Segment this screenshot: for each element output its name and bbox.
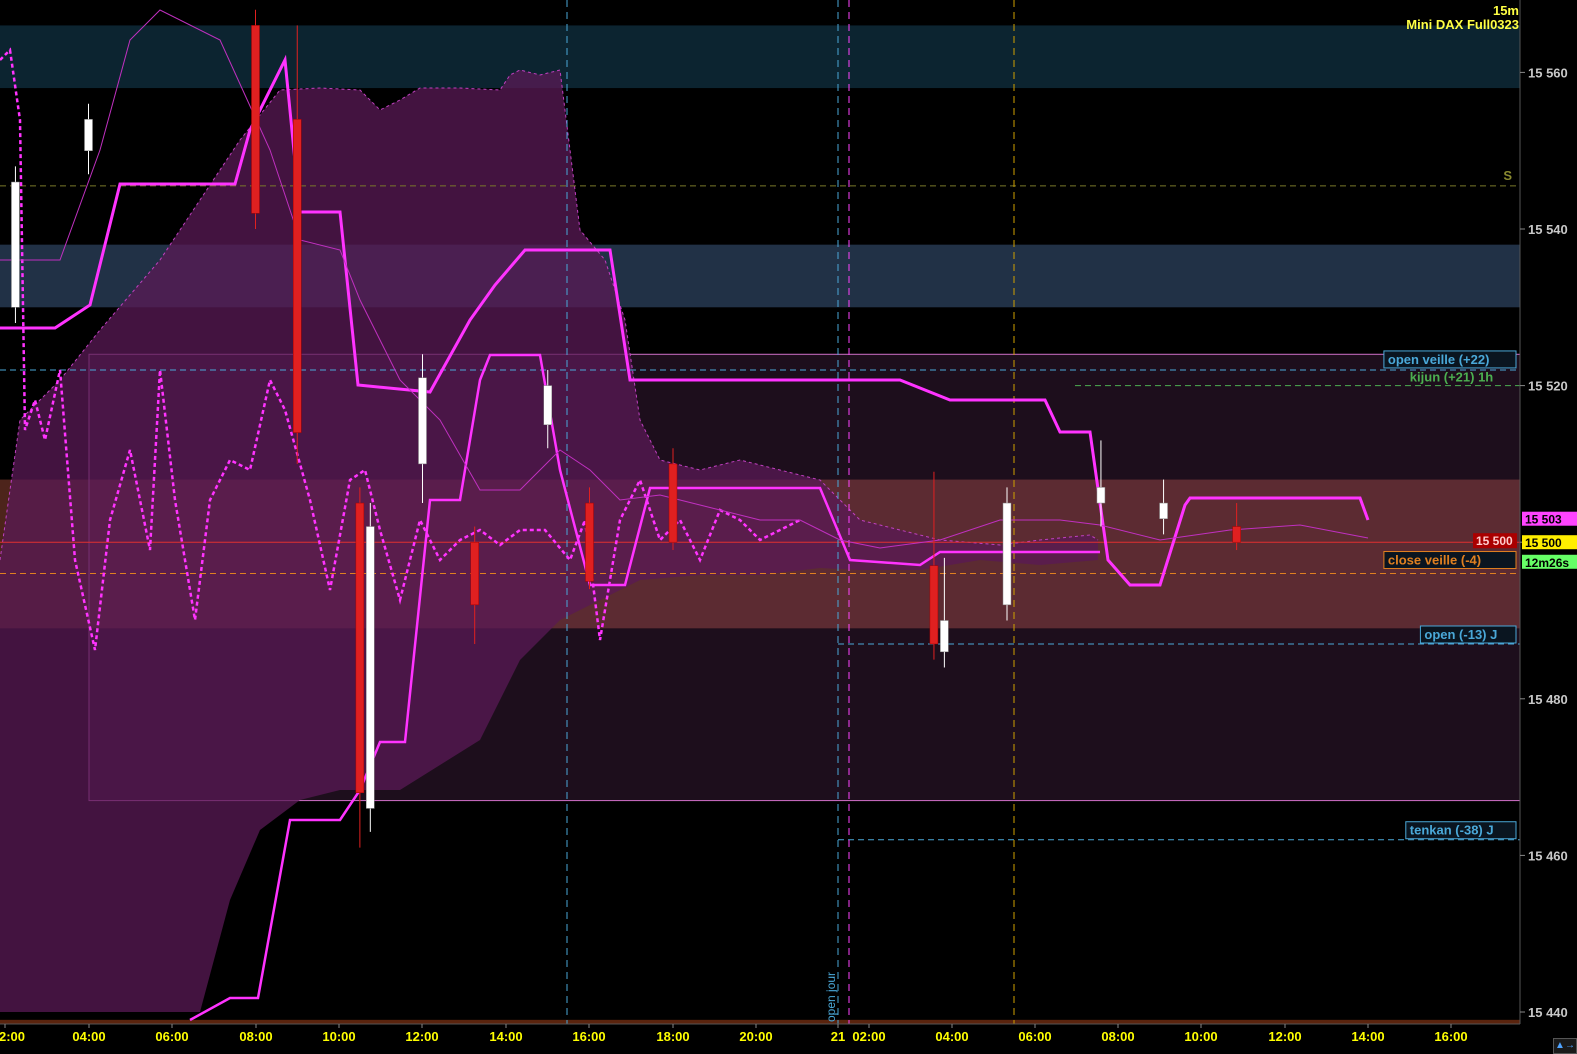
x-tick-label-17: 14:00 (1351, 1029, 1384, 1044)
x-tick-label-13: 06:00 (1018, 1029, 1051, 1044)
candle-body-16 (1232, 526, 1241, 543)
x-tick-label-16: 12:00 (1268, 1029, 1301, 1044)
price-tag-0: 15 503 (1525, 513, 1562, 527)
price-tag-1: 15 500 (1525, 536, 1562, 550)
instrument-info: 15m Mini DAX Full0323 (1406, 4, 1519, 32)
x-tick-label-6: 14:00 (489, 1029, 522, 1044)
level-label-4: open (-13) J (1424, 627, 1497, 642)
level-label-0: S (1503, 168, 1512, 183)
candle-body-3 (293, 119, 302, 433)
x-tick-label-8: 18:00 (656, 1029, 689, 1044)
level-label-3: close veille (-4) (1388, 553, 1481, 568)
y-tick-label-0: 15 560 (1528, 65, 1568, 80)
x-tick-label-1: 04:00 (72, 1029, 105, 1044)
scroll-right-button[interactable]: ▲→ (1553, 1038, 1577, 1054)
timeframe-label: 15m (1492, 3, 1519, 18)
x-tick-label-7: 16:00 (572, 1029, 605, 1044)
candle-body-10 (668, 463, 678, 543)
vertical-marker-label-1: open jour (824, 972, 838, 1022)
x-tick-label-4: 10:00 (322, 1029, 355, 1044)
y-tick-label-5: 15 460 (1528, 848, 1568, 863)
y-tick-label-6: 15 440 (1528, 1005, 1568, 1020)
candle-body-15 (1159, 502, 1168, 519)
candle-body-0 (11, 181, 20, 308)
candle-body-13 (1002, 502, 1012, 606)
candle-body-6 (418, 377, 427, 465)
x-tick-label-10: 21 (831, 1029, 845, 1044)
candle-body-7 (470, 541, 479, 606)
x-tick-label-0: 2:00 (0, 1029, 25, 1044)
x-tick-label-12: 04:00 (935, 1029, 968, 1044)
current-price-text: 15 500 (1476, 534, 1513, 548)
level-label-5: tenkan (-38) J (1410, 823, 1494, 838)
instrument-name: Mini DAX Full0323 (1406, 17, 1519, 32)
y-tick-label-2: 15 520 (1528, 379, 1568, 394)
candle-body-12 (940, 620, 949, 653)
x-tick-label-15: 10:00 (1184, 1029, 1217, 1044)
candle-body-4 (355, 502, 365, 794)
x-tick-label-14: 08:00 (1101, 1029, 1134, 1044)
price-axis-panel (1520, 0, 1577, 1054)
candle-body-8 (543, 385, 552, 426)
zone-band-3 (0, 1019, 1520, 1024)
scroll-right-icon: ▲→ (1555, 1040, 1575, 1051)
price-tag-2: 12m26s (1525, 556, 1569, 570)
candle-body-2 (251, 25, 260, 214)
candle-body-9 (585, 502, 594, 582)
x-tick-label-18: 16:00 (1434, 1029, 1467, 1044)
x-tick-label-9: 20:00 (739, 1029, 772, 1044)
candle-body-14 (1096, 487, 1106, 504)
y-tick-label-4: 15 480 (1528, 692, 1568, 707)
x-tick-label-11: 02:00 (852, 1029, 885, 1044)
y-tick-label-1: 15 540 (1528, 222, 1568, 237)
candle-body-1 (84, 119, 93, 151)
level-label-2: kijun (+21) 1h (1410, 370, 1493, 385)
x-tick-label-2: 06:00 (155, 1029, 188, 1044)
candle-body-5 (366, 526, 375, 809)
level-label-1: open veille (+22) (1388, 352, 1490, 367)
x-tick-label-3: 08:00 (239, 1029, 272, 1044)
candle-body-11 (929, 565, 939, 645)
x-tick-label-5: 12:00 (405, 1029, 438, 1044)
price-chart[interactable]: open jour Sopen veille (+22) kijun (+21) … (0, 0, 1577, 1054)
